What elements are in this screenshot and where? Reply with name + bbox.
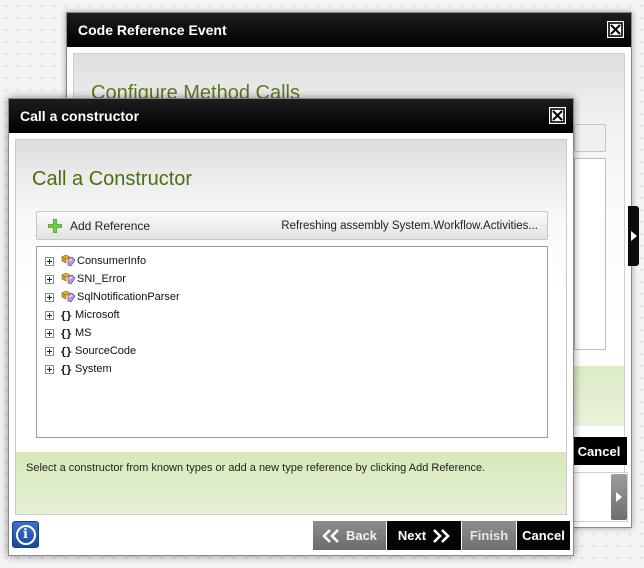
tree-item-label: MS bbox=[75, 327, 92, 339]
back-dialog-cancel-button[interactable]: Cancel bbox=[571, 437, 627, 465]
double-chevron-left-icon bbox=[322, 528, 340, 543]
side-panel-expand-icon[interactable] bbox=[628, 206, 639, 266]
back-dialog-title: Code Reference Event bbox=[78, 22, 227, 38]
expand-icon[interactable] bbox=[45, 346, 54, 356]
type-tree[interactable]: ConsumerInfo SNI_Error SqlNotificationPa… bbox=[36, 246, 548, 438]
tree-item[interactable]: ConsumerInfo bbox=[37, 252, 547, 270]
front-dialog-close-icon[interactable] bbox=[549, 107, 566, 124]
class-type-icon bbox=[61, 254, 76, 267]
cancel-button[interactable]: Cancel bbox=[517, 521, 570, 550]
tree-item-label: SqlNotificationParser bbox=[77, 291, 180, 303]
expand-icon[interactable] bbox=[45, 292, 54, 302]
instruction-text: Select a constructor from known types or… bbox=[26, 462, 486, 474]
instruction-message: Select a constructor from known types or… bbox=[16, 452, 566, 514]
tree-item[interactable]: {} Microsoft bbox=[37, 306, 547, 324]
expand-icon[interactable] bbox=[45, 328, 54, 338]
refresh-status-text: Refreshing assembly System.Workflow.Acti… bbox=[281, 219, 538, 232]
namespace-icon: {} bbox=[60, 308, 72, 322]
call-constructor-dialog: Call a constructor Call a Constructor Ad… bbox=[8, 98, 574, 556]
add-reference-label: Add Reference bbox=[70, 218, 151, 233]
expand-icon[interactable] bbox=[45, 310, 54, 320]
back-button[interactable]: Back bbox=[313, 521, 386, 550]
namespace-icon: {} bbox=[60, 344, 72, 358]
tree-item[interactable]: SNI_Error bbox=[37, 270, 547, 288]
tree-item-label: ConsumerInfo bbox=[77, 255, 147, 267]
expand-icon[interactable] bbox=[45, 274, 54, 284]
front-dialog-body: Call a Constructor Add Reference Refresh… bbox=[15, 139, 567, 515]
back-button-label: Back bbox=[345, 528, 378, 543]
next-button-label: Next bbox=[397, 528, 427, 543]
finish-button[interactable]: Finish bbox=[462, 521, 516, 550]
info-button[interactable]: i bbox=[12, 521, 39, 548]
info-icon: i bbox=[15, 524, 36, 545]
tree-item-label: System bbox=[75, 363, 112, 375]
page-title: Call a Constructor bbox=[32, 168, 193, 190]
class-type-icon bbox=[61, 272, 76, 285]
back-dialog-list[interactable] bbox=[574, 158, 606, 350]
wizard-footer: i Back Next Finish Cancel bbox=[9, 517, 573, 555]
back-dialog-scroll-arrow-icon[interactable] bbox=[611, 474, 627, 520]
tree-item[interactable]: SqlNotificationParser bbox=[37, 288, 547, 306]
add-icon bbox=[48, 218, 62, 233]
tree-item[interactable]: {} System bbox=[37, 360, 547, 378]
back-dialog-titlebar[interactable]: Code Reference Event bbox=[67, 13, 631, 47]
tree-item-label: SNI_Error bbox=[77, 273, 126, 285]
class-type-icon bbox=[61, 290, 76, 303]
reference-toolbar: Add Reference Refreshing assembly System… bbox=[36, 211, 548, 240]
back-dialog-close-icon[interactable] bbox=[607, 21, 624, 38]
front-dialog-title: Call a constructor bbox=[20, 108, 140, 124]
back-dialog-input[interactable] bbox=[574, 124, 606, 152]
tree-item-label: Microsoft bbox=[75, 309, 120, 321]
namespace-icon: {} bbox=[60, 326, 72, 340]
front-dialog-titlebar[interactable]: Call a constructor bbox=[9, 99, 573, 133]
tree-item[interactable]: {} SourceCode bbox=[37, 342, 547, 360]
expand-icon[interactable] bbox=[45, 364, 54, 374]
tree-item[interactable]: {} MS bbox=[37, 324, 547, 342]
namespace-icon: {} bbox=[60, 362, 72, 376]
expand-icon[interactable] bbox=[45, 256, 54, 266]
add-reference-button[interactable]: Add Reference bbox=[37, 212, 150, 239]
tree-item-label: SourceCode bbox=[75, 345, 137, 357]
next-button[interactable]: Next bbox=[387, 521, 461, 550]
double-chevron-right-icon bbox=[432, 528, 450, 543]
